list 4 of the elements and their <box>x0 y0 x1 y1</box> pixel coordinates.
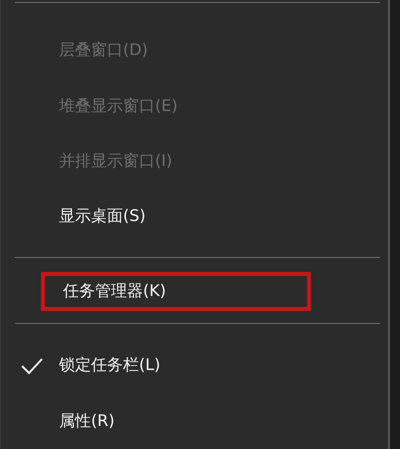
menu-item[interactable]: 显示桌面(S) <box>15 189 380 245</box>
menu-item[interactable]: 属性(R) <box>15 394 380 449</box>
menu-item[interactable]: 锁定任务栏(L) <box>15 338 380 394</box>
highlighted-menu-item[interactable]: 任务管理器(K) <box>41 272 311 312</box>
